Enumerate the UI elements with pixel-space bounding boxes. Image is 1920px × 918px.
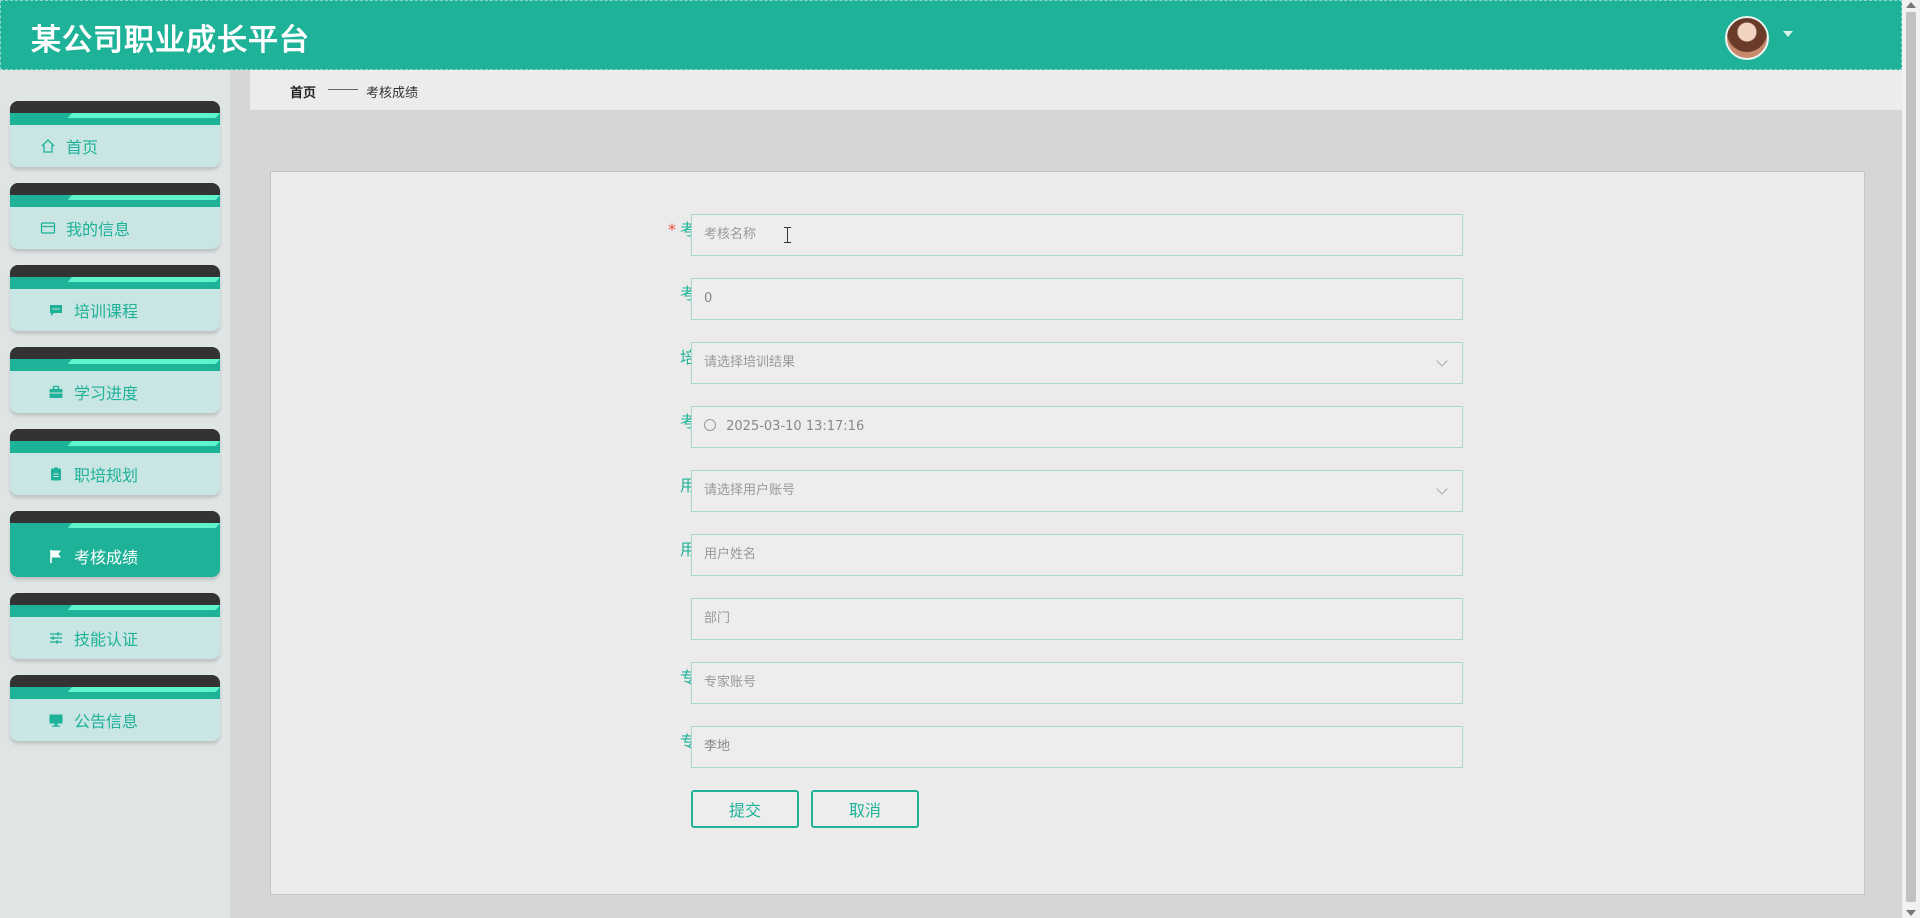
scroll-thumb[interactable] <box>1906 12 1916 902</box>
menu-content: 学习进度 <box>10 371 220 413</box>
sidebar-item-label: 首页 <box>66 138 99 157</box>
breadcrumb: 首页 考核成绩 <box>250 70 1902 110</box>
form-row-expert-name: 专家姓名 李地 <box>271 726 1864 770</box>
sidebar-item-label: 学习进度 <box>74 384 139 403</box>
flag-icon <box>48 548 64 564</box>
menu-band <box>10 511 220 523</box>
menu-content: 技能认证 <box>10 617 220 659</box>
breadcrumb-separator <box>328 89 358 90</box>
clock-icon <box>704 419 716 431</box>
app-title: 某公司职业成长平台 <box>31 23 310 58</box>
menu-band <box>10 265 220 277</box>
sidebar-item-home[interactable]: 首页 <box>10 101 220 167</box>
wallet-icon <box>40 220 56 236</box>
sidebar-item-label: 我的信息 <box>66 220 131 239</box>
input-placeholder: 专家账号 <box>704 675 757 690</box>
sidebar-item-announcements[interactable]: 公告信息 <box>10 675 220 741</box>
menu-band <box>67 113 220 118</box>
cancel-button[interactable]: 取消 <box>811 790 919 828</box>
menu-band <box>10 183 220 195</box>
sliders-icon <box>48 630 64 646</box>
input-value: 0 <box>704 291 713 306</box>
text-cursor-icon <box>784 227 791 243</box>
input-value: 李地 <box>704 739 731 754</box>
user-avatar[interactable] <box>1725 16 1769 60</box>
form-row-assessment-name: *考核名称 考核名称 <box>271 214 1864 258</box>
chevron-down-icon <box>1436 355 1448 367</box>
sidebar-item-career-planning[interactable]: 职培规划 <box>10 429 220 495</box>
input-value: 2025-03-10 13:17:16 <box>726 419 865 434</box>
form-row-user-account: 用户账号 请选择用户账号 <box>271 470 1864 514</box>
assessment-time-picker[interactable]: 2025-03-10 13:17:16 <box>691 406 1463 448</box>
sidebar-item-label: 培训课程 <box>74 302 139 321</box>
breadcrumb-current: 考核成绩 <box>366 86 419 101</box>
menu-band <box>10 101 220 113</box>
select-placeholder: 请选择培训结果 <box>704 355 796 370</box>
menu-content: 我的信息 <box>10 207 220 249</box>
menu-band <box>10 675 220 687</box>
menu-band <box>10 347 220 359</box>
menu-band <box>67 359 220 364</box>
menu-content: 首页 <box>10 125 220 167</box>
sidebar: 首页 我的信息 培训课程 学习进度 职培规划 考核成绩 技能认证 公告信息 <box>0 70 230 918</box>
assessment-name-input[interactable]: 考核名称 <box>691 214 1463 256</box>
user-account-select[interactable]: 请选择用户账号 <box>691 470 1463 512</box>
form-row-expert-account: 专家账号 专家账号 <box>271 662 1864 706</box>
expert-name-input[interactable]: 李地 <box>691 726 1463 768</box>
home-icon <box>40 138 56 154</box>
menu-band <box>67 277 220 282</box>
select-placeholder: 请选择用户账号 <box>704 483 796 498</box>
department-input[interactable]: 部门 <box>691 598 1463 640</box>
scroll-up-arrow-icon[interactable] <box>1906 2 1916 8</box>
menu-band <box>10 593 220 605</box>
form-actions: 提交 取消 <box>271 790 1864 834</box>
input-placeholder: 考核名称 <box>704 227 757 242</box>
menu-band <box>67 523 220 528</box>
sidebar-item-label: 公告信息 <box>74 712 139 731</box>
sidebar-item-label: 考核成绩 <box>74 548 139 567</box>
sidebar-item-assessment-scores[interactable]: 考核成绩 <box>10 511 220 577</box>
menu-band <box>67 605 220 610</box>
menu-band <box>10 429 220 441</box>
caret-down-icon[interactable] <box>1783 31 1793 37</box>
menu-band <box>67 441 220 446</box>
menu-content: 职培规划 <box>10 453 220 495</box>
menu-band <box>67 687 220 692</box>
form-row-training-result: 培训结果 请选择培训结果 <box>271 342 1864 386</box>
form-row-assessment-score: 考核成绩 0 <box>271 278 1864 322</box>
sidebar-item-label: 技能认证 <box>74 630 139 649</box>
menu-band <box>67 195 220 200</box>
page-scrollbar[interactable] <box>1902 0 1920 918</box>
top-header: 某公司职业成长平台 <box>0 0 1902 70</box>
breadcrumb-home[interactable]: 首页 <box>290 82 316 101</box>
scroll-down-arrow-icon[interactable] <box>1906 910 1916 916</box>
input-placeholder: 用户姓名 <box>704 547 757 562</box>
sidebar-item-training-courses[interactable]: 培训课程 <box>10 265 220 331</box>
submit-button[interactable]: 提交 <box>691 790 799 828</box>
chat-icon <box>48 302 64 318</box>
clipboard-icon <box>48 466 64 482</box>
form-card: *考核名称 考核名称 考核成绩 0 培训结果 请选择培训结果 考核时间 2025… <box>270 171 1865 895</box>
menu-content: 公告信息 <box>10 699 220 741</box>
sidebar-item-my-info[interactable]: 我的信息 <box>10 183 220 249</box>
sidebar-item-skill-certification[interactable]: 技能认证 <box>10 593 220 659</box>
form-row-user-name: 用户姓名 用户姓名 <box>271 534 1864 578</box>
user-name-input[interactable]: 用户姓名 <box>691 534 1463 576</box>
monitor-icon <box>48 712 64 728</box>
required-asterisk: * <box>667 220 676 239</box>
menu-content: 考核成绩 <box>10 535 220 577</box>
training-result-select[interactable]: 请选择培训结果 <box>691 342 1463 384</box>
form-row-department: 部门 部门 <box>271 598 1864 642</box>
sidebar-item-learning-progress[interactable]: 学习进度 <box>10 347 220 413</box>
form-row-assessment-time: 考核时间 2025-03-10 13:17:16 <box>271 406 1864 450</box>
assessment-score-input[interactable]: 0 <box>691 278 1463 320</box>
chevron-down-icon <box>1436 483 1448 495</box>
briefcase-icon <box>48 384 64 400</box>
sidebar-item-label: 职培规划 <box>74 466 139 485</box>
menu-content: 培训课程 <box>10 289 220 331</box>
input-placeholder: 部门 <box>704 611 731 626</box>
expert-account-input[interactable]: 专家账号 <box>691 662 1463 704</box>
